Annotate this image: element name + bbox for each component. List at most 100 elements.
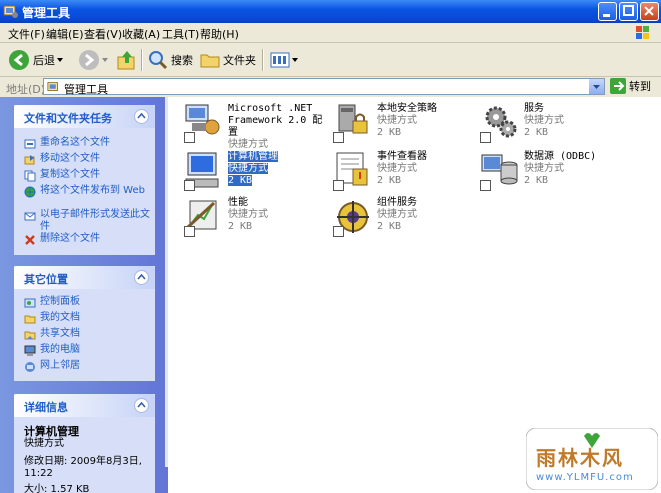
window-title: 管理工具 xyxy=(22,6,71,20)
task-move[interactable]: 移动这个文件 xyxy=(24,153,152,166)
file-name: 服务 xyxy=(524,103,544,114)
shared-folder-icon xyxy=(24,331,36,340)
collapse-button[interactable] xyxy=(134,270,149,285)
minimize-icon xyxy=(603,14,610,17)
shortcut-arrow-icon xyxy=(480,132,491,143)
chevron-down-icon xyxy=(593,85,600,89)
task-email[interactable]: 以电子邮件形式发送此文件 xyxy=(24,209,152,233)
toolbar-separator xyxy=(141,49,143,71)
go-arrow-icon xyxy=(610,78,626,94)
place-label: 我的文档 xyxy=(40,312,80,323)
file-item[interactable]: 本地安全策略 快捷方式 2 KB xyxy=(333,103,437,143)
file-size: 2 KB xyxy=(524,175,549,186)
other-places-header[interactable]: 其它位置 xyxy=(14,266,155,289)
watermark-brand: 雨林木风 xyxy=(536,446,624,470)
place-label: 控制面板 xyxy=(40,296,80,307)
search-button[interactable]: 搜索 xyxy=(148,48,193,72)
shortcut-arrow-icon xyxy=(184,180,195,191)
maximize-button[interactable] xyxy=(619,2,638,21)
minimize-button[interactable] xyxy=(598,2,617,21)
place-label: 共享文档 xyxy=(40,328,80,339)
folder-icon xyxy=(24,315,36,324)
search-label: 搜索 xyxy=(171,54,193,67)
collapse-button[interactable] xyxy=(134,109,149,124)
file-item[interactable]: 服务 快捷方式 2 KB xyxy=(480,103,564,143)
task-label: 以电子邮件形式发送此文件 xyxy=(40,209,150,232)
task-publish-web[interactable]: 将这个文件发布到 Web xyxy=(24,185,152,198)
task-delete[interactable]: 删除这个文件 xyxy=(24,233,152,246)
views-dropdown-icon[interactable] xyxy=(290,55,300,65)
task-label: 重命名这个文件 xyxy=(40,137,110,148)
file-item-selected[interactable]: 计算机管理 快捷方式 2 KB xyxy=(184,151,278,191)
task-rename[interactable]: 重命名这个文件 xyxy=(24,137,152,150)
place-network[interactable]: 网上邻居 xyxy=(24,360,152,373)
title-bar[interactable]: 管理工具 xyxy=(0,0,661,23)
back-button[interactable]: 后退 xyxy=(8,48,65,72)
other-places-panel: 其它位置 控制面板 我的文档 共享文档 我的电脑 网上邻居 xyxy=(14,266,155,381)
menu-file[interactable]: 文件(F) xyxy=(8,26,45,42)
menu-tools[interactable]: 工具(T) xyxy=(162,26,199,42)
file-tasks-panel: 文件和文件夹任务 重命名这个文件 移动这个文件 复制这个文件 将这个文件发布到 … xyxy=(14,105,155,255)
watermark-url: www.YLMFU.com xyxy=(536,472,634,483)
chevron-up-icon xyxy=(137,112,146,119)
views-icon xyxy=(270,52,290,68)
go-label: 转到 xyxy=(629,80,651,93)
folders-button[interactable]: 文件夹 xyxy=(200,48,256,72)
go-button[interactable]: 转到 xyxy=(610,78,651,94)
place-control-panel[interactable]: 控制面板 xyxy=(24,296,152,309)
views-button[interactable] xyxy=(270,48,300,72)
file-item[interactable]: 性能 快捷方式 2 KB xyxy=(184,197,268,237)
forward-dropdown-icon[interactable] xyxy=(100,55,110,65)
address-input[interactable]: 管理工具 xyxy=(43,78,605,96)
address-dropdown-button[interactable] xyxy=(589,79,604,94)
task-label: 复制这个文件 xyxy=(40,169,100,180)
file-type: 快捷方式 xyxy=(377,115,417,126)
details-header[interactable]: 详细信息 xyxy=(14,394,155,417)
file-item[interactable]: 事件查看器 快捷方式 2 KB xyxy=(333,151,427,191)
menu-edit[interactable]: 编辑(E) xyxy=(46,26,84,42)
file-name: Microsoft .NET Framework 2.0 配置 xyxy=(228,103,323,138)
back-dropdown-icon[interactable] xyxy=(55,55,65,65)
watermark: 雨林木风 www.YLMFU.com xyxy=(525,427,659,491)
shortcut-arrow-icon xyxy=(333,226,344,237)
file-name: 本地安全策略 xyxy=(377,103,437,114)
menu-help[interactable]: 帮助(H) xyxy=(200,26,239,42)
chevron-up-icon xyxy=(137,273,146,280)
network-icon xyxy=(25,362,35,372)
place-my-documents[interactable]: 我的文档 xyxy=(24,312,152,325)
back-arrow-icon xyxy=(9,50,29,70)
file-item[interactable]: 组件服务 快捷方式 2 KB xyxy=(333,197,417,237)
up-folder-button[interactable] xyxy=(116,48,138,72)
file-tasks-header[interactable]: 文件和文件夹任务 xyxy=(14,105,155,128)
file-type: 快捷方式 xyxy=(377,163,417,174)
forward-button[interactable] xyxy=(78,48,110,72)
details-modified: 修改日期: 2009年8月3日, 11:22 xyxy=(24,456,142,479)
file-item[interactable]: Microsoft .NET Framework 2.0 配置 快捷方式 xyxy=(184,103,323,151)
close-icon xyxy=(644,6,654,16)
computer-icon xyxy=(24,345,36,356)
up-folder-icon xyxy=(117,51,135,70)
details-panel: 详细信息 计算机管理 快捷方式 修改日期: 2009年8月3日, 11:22 大… xyxy=(14,394,155,493)
menu-favorites[interactable]: 收藏(A) xyxy=(122,26,160,42)
file-item[interactable]: 数据源 (ODBC) 快捷方式 2 KB xyxy=(480,151,596,191)
file-size: 2 KB xyxy=(377,127,402,138)
shortcut-arrow-icon xyxy=(333,180,344,191)
email-icon xyxy=(24,212,36,221)
close-button[interactable] xyxy=(640,2,659,21)
maximize-icon xyxy=(623,5,634,16)
file-type: 快捷方式 xyxy=(228,163,268,174)
file-type: 快捷方式 xyxy=(524,163,564,174)
shortcut-arrow-icon xyxy=(333,132,344,143)
details-size: 大小: 1.57 KB xyxy=(24,484,90,493)
file-size: 2 KB xyxy=(377,221,402,232)
collapse-button[interactable] xyxy=(134,398,149,413)
place-my-computer[interactable]: 我的电脑 xyxy=(24,344,152,357)
place-shared-documents[interactable]: 共享文档 xyxy=(24,328,152,341)
file-size: 2 KB xyxy=(524,127,549,138)
file-type: 快捷方式 xyxy=(524,115,564,126)
task-copy[interactable]: 复制这个文件 xyxy=(24,169,152,182)
panel-title: 详细信息 xyxy=(24,401,68,414)
file-type: 快捷方式 xyxy=(228,209,268,220)
menu-view[interactable]: 查看(V) xyxy=(84,26,122,42)
file-size: 2 KB xyxy=(228,221,253,232)
